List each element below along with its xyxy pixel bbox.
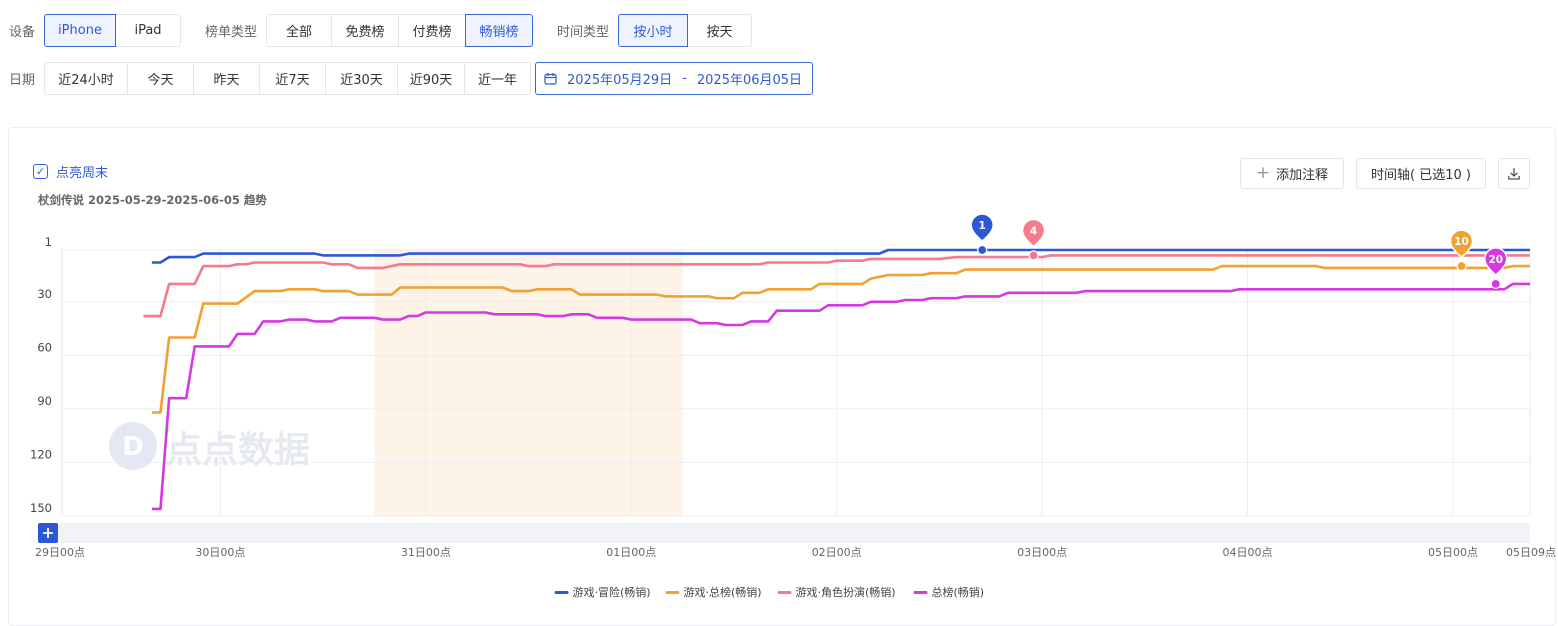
x-tick-label: 29日00点 [35,546,85,559]
x-tick-label: 05日09点 [1506,546,1556,559]
rank-pin-label: 10 [1454,236,1469,248]
x-tick-label: 30日00点 [195,546,245,559]
legend-label: 游戏·冒险(畅销) [573,585,651,599]
legend-item-3[interactable]: 总榜(畅销) [913,585,985,599]
svg-text:D: D [122,432,144,462]
y-tick-label: 90 [37,394,52,408]
watermark-logo: D 点点数据 [109,422,310,471]
y-tick-label: 30 [37,287,52,301]
rank-pin-label: 1 [979,220,986,232]
rank-trend-chart: D 点点数据 1 30 60 90 120 150 1 10 4 20 29日00点 30日00点… [30,213,1556,599]
watermark-text: 点点数据 [166,430,310,471]
timeline-scrollbar[interactable] [38,523,1530,543]
rank-pin-label: 20 [1488,254,1503,266]
legend-swatch [777,591,792,594]
legend-item-0[interactable]: 游戏·冒险(畅销) [554,585,651,599]
legend-swatch [665,591,680,594]
x-tick-label: 02日00点 [812,546,862,559]
legend-label: 游戏·总榜(畅销) [684,585,762,599]
x-tick-label: 01日00点 [606,546,656,559]
series-marker-dot-0 [977,244,988,256]
x-tick-label: 31日00点 [401,546,451,559]
rank-pin-label: 4 [1030,225,1037,237]
device-iphone-button[interactable]: iPhone [44,14,117,47]
x-tick-label: 04日00点 [1223,546,1273,559]
series-marker-dot-3 [1490,278,1501,290]
x-tick-label: 05日00点 [1428,546,1478,559]
series-marker-dot-1 [1456,260,1467,272]
legend-item-2[interactable]: 游戏·角色扮演(畅销) [777,585,896,599]
x-tick-label: 03日00点 [1017,546,1067,559]
time-kind-hour-button[interactable]: 按小时 [618,14,689,47]
legend-label: 游戏·角色扮演(畅销) [796,585,896,599]
series-line-3 [151,282,1530,511]
y-tick-label: 120 [30,447,52,461]
legend-swatch [554,591,569,594]
y-tick-label: 60 [37,340,52,354]
legend-swatch [913,591,928,594]
y-tick-label: 150 [30,501,52,515]
series-marker-dot-2 [1028,250,1039,261]
chart-kind-grossing-button[interactable]: 畅销榜 [465,14,534,47]
y-tick-label: 1 [45,235,52,249]
legend-item-1[interactable]: 游戏·总榜(畅销) [665,585,762,599]
legend-label: 总榜(畅销) [932,585,985,599]
